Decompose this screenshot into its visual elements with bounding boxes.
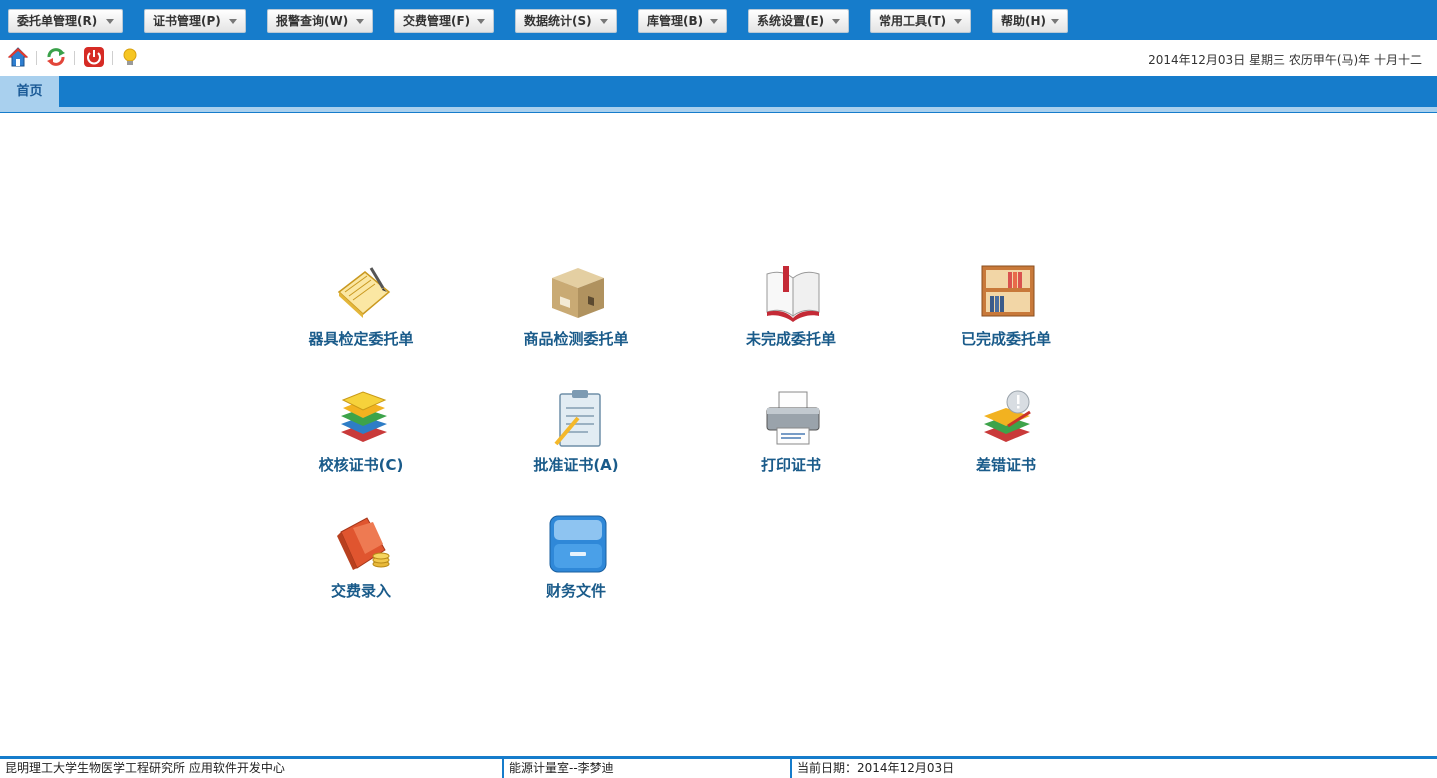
tab-home[interactable]: 首页	[0, 76, 59, 108]
menu-settings[interactable]: 系统设置(E)	[748, 9, 849, 33]
tile-label: 交费录入	[330, 582, 391, 600]
toolbar: 2014年12月03日 星期三 农历甲午(马)年 十月十二	[0, 40, 1437, 76]
tile-finance-files[interactable]: 财务文件	[476, 514, 676, 624]
tile-error-certificate[interactable]: 差错证书	[906, 388, 1106, 498]
menu-entrust[interactable]: 委托单管理(R)	[8, 9, 123, 33]
date-display: 2014年12月03日 星期三 农历甲午(马)年 十月十二	[1148, 53, 1422, 67]
status-org: 昆明理工大学生物医学工程研究所 应用软件开发中心	[5, 761, 285, 775]
menu-label: 委托单管理(R)	[17, 14, 98, 28]
status-lab-user: 能源计量室--李梦迪	[502, 759, 790, 778]
menu-label: 库管理(B)	[647, 14, 704, 28]
menu-label: 常用工具(T)	[879, 14, 947, 28]
tab-strip-underline	[0, 107, 1437, 113]
menu-alarm[interactable]: 报警查询(W)	[267, 9, 373, 33]
open-book-icon	[766, 266, 820, 322]
tile-label: 财务文件	[545, 582, 606, 600]
toolbar-divider	[36, 51, 37, 65]
chevron-down-icon	[600, 19, 608, 24]
refresh-icon[interactable]	[45, 46, 67, 68]
tile-print-certificate[interactable]: 打印证书	[691, 388, 891, 498]
menu-statistics[interactable]: 数据统计(S)	[515, 9, 617, 33]
file-drawer-icon	[549, 515, 607, 573]
menu-label: 交费管理(F)	[403, 14, 471, 28]
lightbulb-icon[interactable]	[119, 46, 141, 68]
chevron-down-icon	[477, 19, 485, 24]
chevron-down-icon	[832, 19, 840, 24]
wallet-coins-icon	[337, 517, 390, 570]
menu-tools[interactable]: 常用工具(T)	[870, 9, 971, 33]
menu-help[interactable]: 帮助(H)	[992, 9, 1068, 33]
menu-certificate[interactable]: 证书管理(P)	[144, 9, 246, 33]
menu-inventory[interactable]: 库管理(B)	[638, 9, 727, 33]
tile-unfinished-entrust[interactable]: 未完成委托单	[691, 262, 891, 372]
bookshelf-icon	[981, 265, 1035, 317]
toolbar-divider	[74, 51, 75, 65]
toolbar-divider	[112, 51, 113, 65]
menu-bar: 委托单管理(R) 证书管理(P) 报警查询(W) 交费管理(F) 数据统计(S)…	[0, 0, 1437, 40]
clipboard-icon	[554, 390, 601, 447]
tile-label: 未完成委托单	[745, 330, 836, 348]
chevron-down-icon	[229, 19, 237, 24]
chevron-down-icon	[356, 19, 364, 24]
menu-label: 证书管理(P)	[153, 14, 221, 28]
menu-label: 数据统计(S)	[524, 14, 592, 28]
tile-finished-entrust[interactable]: 已完成委托单	[906, 262, 1106, 372]
tile-label: 已完成委托单	[960, 330, 1051, 348]
tile-product-entrust[interactable]: 商品检测委托单	[476, 262, 676, 372]
home-icon[interactable]	[7, 46, 29, 68]
cardboard-box-icon	[552, 268, 604, 318]
status-bar: 昆明理工大学生物医学工程研究所 应用软件开发中心 能源计量室--李梦迪 当前日期…	[0, 756, 1437, 778]
tile-instrument-entrust[interactable]: 器具检定委托单	[261, 262, 461, 372]
tile-approve-certificate[interactable]: 批准证书(A)	[476, 388, 676, 498]
power-icon[interactable]	[83, 46, 105, 68]
chevron-down-icon	[710, 19, 718, 24]
status-date-value: 2014年12月03日	[857, 761, 955, 775]
book-stack-icon	[341, 391, 387, 442]
tile-payment-entry[interactable]: 交费录入	[261, 514, 461, 624]
tile-label: 商品检测委托单	[523, 330, 629, 348]
menu-label: 系统设置(E)	[757, 14, 825, 28]
tile-label: 打印证书	[760, 456, 821, 474]
menu-label: 报警查询(W)	[276, 14, 349, 28]
chevron-down-icon	[954, 19, 962, 24]
books-alert-icon	[984, 390, 1031, 442]
status-date-label: 当前日期：	[797, 761, 858, 775]
tile-check-certificate[interactable]: 校核证书(C)	[261, 388, 461, 498]
chevron-down-icon	[106, 19, 114, 24]
tile-label: 批准证书(A)	[533, 456, 619, 474]
tile-label: 器具检定委托单	[308, 330, 414, 348]
menu-payment[interactable]: 交费管理(F)	[394, 9, 494, 33]
status-current-date: 当前日期：2014年12月03日	[790, 759, 1437, 778]
printer-icon	[766, 391, 820, 445]
tab-strip	[0, 76, 1437, 107]
tile-label: 差错证书	[975, 456, 1036, 474]
tile-label: 校核证书(C)	[318, 456, 404, 474]
menu-label: 帮助(H)	[1001, 14, 1047, 28]
notebook-pen-icon	[337, 267, 391, 318]
chevron-down-icon	[1051, 19, 1059, 24]
